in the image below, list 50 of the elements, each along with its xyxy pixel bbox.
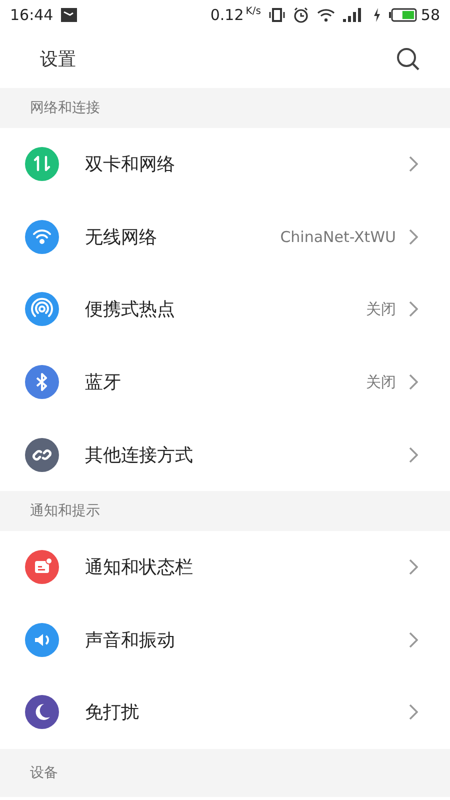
speaker-icon <box>24 622 60 658</box>
settings-row[interactable]: 通知和状态栏 <box>0 530 450 604</box>
page-title: 设置 <box>40 48 77 71</box>
setting-value: 关闭 <box>366 300 396 319</box>
chevron-icon <box>408 156 418 172</box>
speed-unit: K/s <box>246 6 261 17</box>
setting-label: 便携式热点 <box>85 298 176 322</box>
sim-arrows-icon <box>24 146 60 182</box>
setting-label: 通知和状态栏 <box>85 556 194 580</box>
search-icon[interactable] <box>396 47 420 71</box>
chevron-icon <box>408 446 418 463</box>
settings-row[interactable]: 便携式热点 关闭 <box>0 273 450 346</box>
section-header: 网络和连接 <box>0 88 450 128</box>
settings-row[interactable]: 蓝牙 关闭 <box>0 346 450 418</box>
bluetooth-icon <box>24 364 60 400</box>
section-header: 设备 <box>0 748 450 797</box>
chevron-icon <box>408 374 418 390</box>
chevron-icon <box>408 228 418 245</box>
alarm-icon <box>292 7 309 23</box>
notification-icon <box>24 549 60 586</box>
link-icon <box>24 436 60 473</box>
setting-value: 关闭 <box>366 372 396 392</box>
time: 16:44 <box>10 6 54 24</box>
hotspot-icon <box>24 291 60 328</box>
settings-row[interactable]: 声音和振动 <box>0 604 450 676</box>
chevron-icon <box>408 632 418 648</box>
setting-label: 声音和振动 <box>85 628 176 652</box>
vibrate-icon <box>268 7 285 23</box>
setting-label: 双卡和网络 <box>85 153 176 176</box>
settings-row[interactable]: 免打扰 <box>0 676 450 749</box>
setting-label: 蓝牙 <box>85 371 122 394</box>
network-speed: 0.12 <box>210 6 244 24</box>
moon-icon <box>24 694 60 730</box>
setting-label: 其他连接方式 <box>85 444 194 467</box>
image-notification-icon <box>61 8 78 22</box>
setting-value: ChinaNet-XtWU <box>280 228 396 246</box>
battery-icon <box>388 8 417 22</box>
setting-label: 免打扰 <box>85 701 140 724</box>
wifi-icon <box>24 218 60 255</box>
charging-icon <box>372 8 381 22</box>
settings-row[interactable]: 无线网络 ChinaNet-XtWU <box>0 200 450 274</box>
chevron-icon <box>408 704 418 720</box>
chevron-icon <box>408 559 418 576</box>
settings-row[interactable]: 双卡和网络 <box>0 128 450 201</box>
setting-label: 无线网络 <box>85 226 158 249</box>
chevron-icon <box>408 301 418 318</box>
battery-percentage: 58 <box>420 6 440 24</box>
settings-row[interactable]: 其他连接方式 <box>0 418 450 491</box>
wifi-icon <box>316 8 335 22</box>
section-header: 通知和提示 <box>0 490 450 531</box>
